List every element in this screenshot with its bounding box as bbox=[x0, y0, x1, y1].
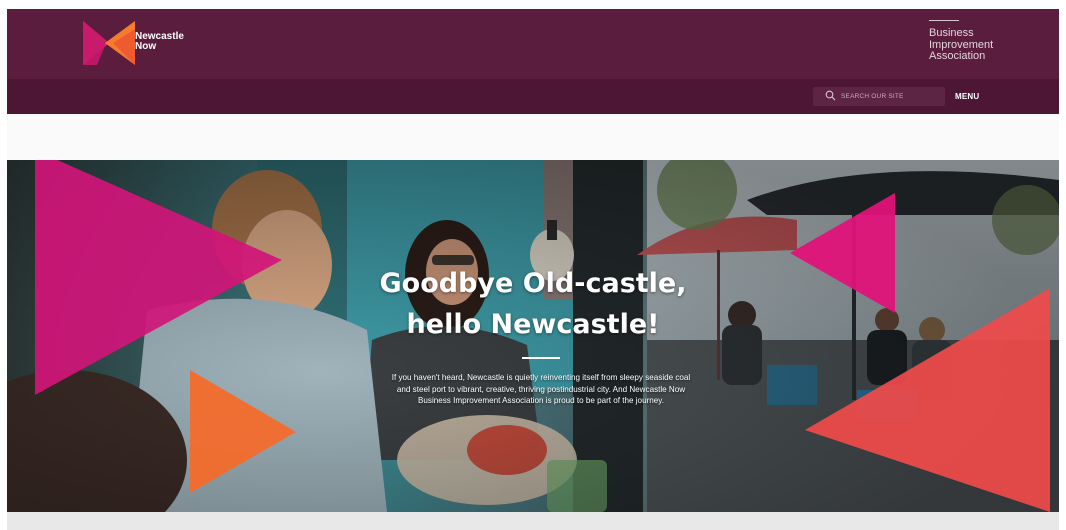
hero-title: Goodbye Old-castle, hello Newcastle! bbox=[7, 263, 1059, 345]
hero-body-text: If you haven't heard, Newcastle is quiet… bbox=[391, 373, 691, 405]
hero-title-line1: Goodbye Old-castle, bbox=[379, 268, 687, 299]
spacer-strip bbox=[7, 114, 1059, 160]
hero-banner: Goodbye Old-castle, hello Newcastle! If … bbox=[7, 160, 1059, 512]
search-box[interactable] bbox=[813, 87, 945, 106]
page: Newcastle Now Business Improvement Assoc… bbox=[0, 0, 1066, 530]
search-icon[interactable] bbox=[825, 90, 836, 101]
content-strip bbox=[7, 512, 1059, 530]
menu-button[interactable]: MENU bbox=[955, 88, 991, 105]
newcastle-now-logo-icon bbox=[83, 21, 135, 65]
hero-title-line2: hello Newcastle! bbox=[406, 309, 660, 340]
bia-label: Business Improvement Association bbox=[929, 20, 1001, 63]
hero-divider bbox=[522, 357, 560, 359]
logo-link[interactable]: Newcastle Now bbox=[83, 21, 193, 65]
site-header: Newcastle Now Business Improvement Assoc… bbox=[7, 9, 1059, 79]
bia-text: Business Improvement Association bbox=[929, 27, 994, 62]
search-input[interactable] bbox=[841, 88, 941, 105]
bia-divider bbox=[929, 20, 959, 21]
logo-text: Newcastle Now bbox=[135, 32, 184, 52]
nav-bar: MENU bbox=[7, 79, 1059, 114]
logo-text-line2: Now bbox=[135, 41, 157, 52]
